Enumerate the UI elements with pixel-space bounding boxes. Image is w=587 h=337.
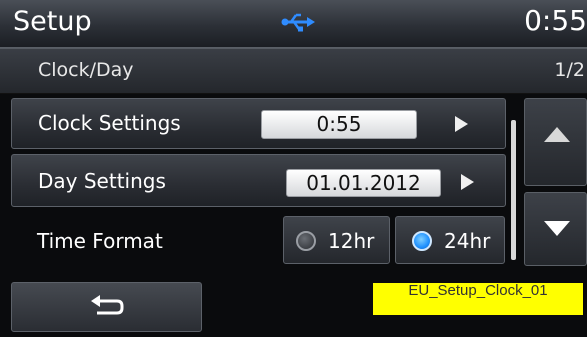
screen-id-label: EU_Setup_Clock_01 xyxy=(373,283,583,315)
page-indicator: 1/2 xyxy=(554,59,585,81)
clock-value-field: 0:55 xyxy=(261,110,417,139)
day-settings-label: Day Settings xyxy=(38,169,166,193)
radio-selected-icon xyxy=(412,231,432,251)
time-format-label: Time Format xyxy=(37,229,163,253)
scrollbar[interactable] xyxy=(511,120,516,260)
option-24hr-label: 24hr xyxy=(444,229,491,253)
clock-settings-label: Clock Settings xyxy=(38,111,181,135)
clock-time: 0:55 xyxy=(524,4,587,37)
clock-settings-row[interactable]: Clock Settings 0:55 xyxy=(11,98,506,149)
chevron-right-icon xyxy=(455,116,468,132)
option-24hr-button[interactable]: 24hr xyxy=(395,216,505,264)
breadcrumb: Clock/Day xyxy=(38,59,134,81)
back-arrow-icon xyxy=(91,295,124,315)
page-title: Setup xyxy=(13,6,92,37)
radio-unselected-icon xyxy=(296,231,316,251)
scroll-down-button[interactable] xyxy=(524,192,587,266)
chevron-right-icon xyxy=(461,174,474,190)
triangle-up-icon xyxy=(544,127,570,142)
day-settings-row[interactable]: Day Settings 01.01.2012 xyxy=(11,154,506,207)
breadcrumb-bar: Clock/Day 1/2 xyxy=(0,48,587,94)
day-value-field: 01.01.2012 xyxy=(286,169,441,197)
option-12hr-label: 12hr xyxy=(328,229,375,253)
status-bar: Setup 0:55 xyxy=(0,0,587,48)
usb-icon xyxy=(281,12,315,32)
triangle-down-icon xyxy=(544,221,570,236)
back-button[interactable] xyxy=(11,282,202,332)
option-12hr-button[interactable]: 12hr xyxy=(283,216,390,264)
scroll-up-button[interactable] xyxy=(524,98,587,186)
